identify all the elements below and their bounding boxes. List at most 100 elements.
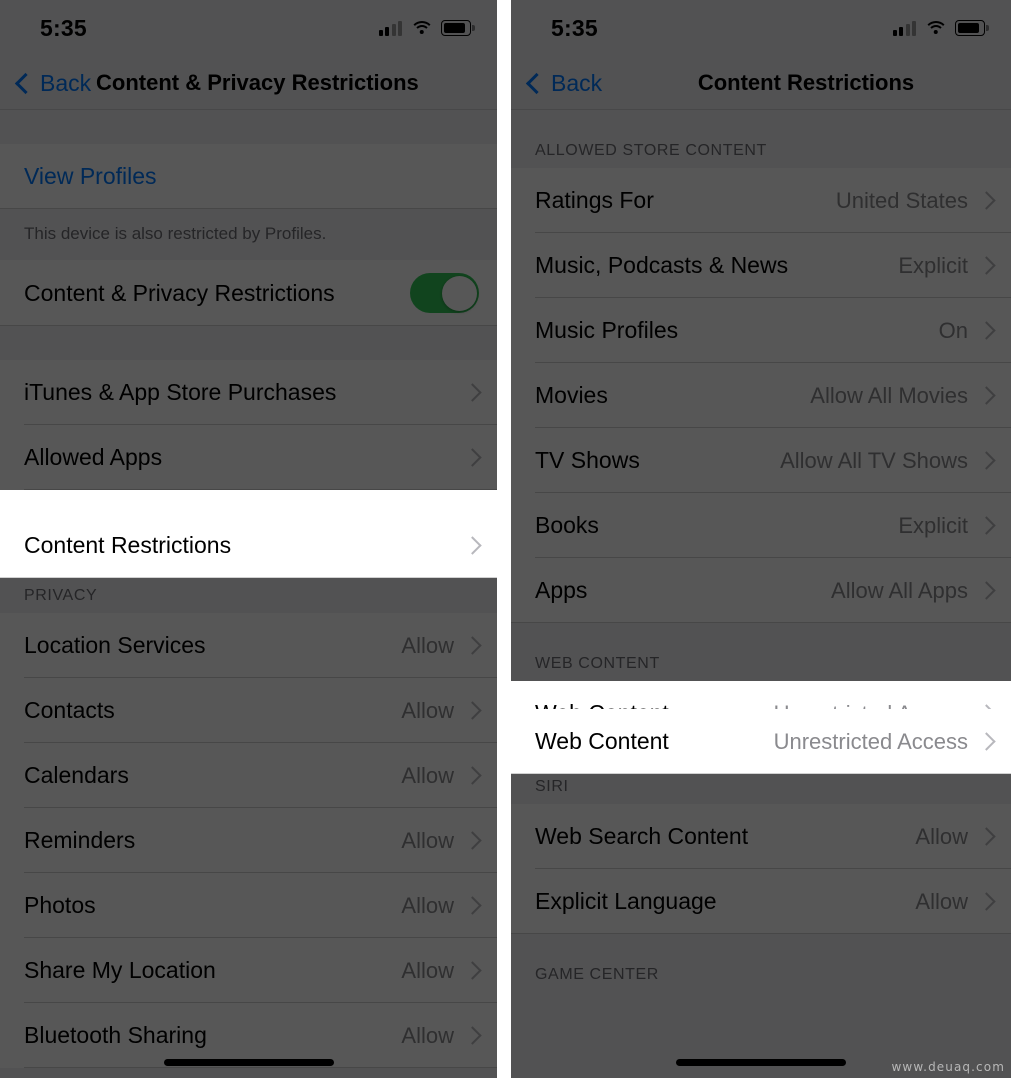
- content-privacy-toggle-label: Content & Privacy Restrictions: [24, 279, 335, 306]
- chevron-right-icon: [977, 516, 996, 535]
- chevron-right-icon: [463, 766, 482, 785]
- chevron-right-icon: [463, 636, 482, 655]
- wifi-icon: [409, 20, 434, 36]
- content-privacy-switch[interactable]: [410, 273, 479, 314]
- cellular-bars-icon: [892, 20, 916, 36]
- status-time: 5:35: [40, 14, 87, 41]
- home-indicator[interactable]: [676, 1059, 846, 1066]
- row-value: Allow All Apps: [831, 577, 968, 603]
- row-label: Content Restrictions: [24, 532, 232, 558]
- chevron-right-icon: [977, 732, 996, 751]
- music-profiles-row[interactable]: Music Profiles On: [511, 298, 1011, 363]
- page-title: Content & Privacy Restrictions: [96, 70, 419, 95]
- row-value: Allow: [401, 762, 454, 788]
- left-nav-bar: Back Content & Privacy Restrictions: [0, 56, 497, 110]
- books-row[interactable]: Books Explicit: [511, 493, 1011, 558]
- row-value: United States: [835, 187, 968, 213]
- chevron-right-icon: [977, 191, 996, 210]
- content-restrictions-row-highlighted[interactable]: Content Restrictions: [0, 513, 497, 578]
- share-my-location-row[interactable]: Share My Location Allow: [0, 938, 497, 1004]
- row-label: TV Shows: [535, 447, 640, 473]
- chevron-right-icon: [977, 892, 996, 911]
- chevron-right-icon: [977, 451, 996, 470]
- left-phone-panel: 5:35 Back Content & Privacy Restrictions: [0, 0, 497, 1078]
- status-icons: [378, 20, 475, 36]
- view-profiles-row[interactable]: View Profiles: [0, 144, 497, 209]
- itunes-app-store-purchases-row[interactable]: iTunes & App Store Purchases: [0, 360, 497, 426]
- chevron-left-icon: [525, 72, 548, 94]
- left-status-bar: 5:35: [0, 0, 497, 56]
- row-value: On: [938, 317, 968, 343]
- row-label: Explicit Language: [535, 888, 717, 914]
- status-time: 5:35: [551, 14, 598, 41]
- left-screen: 5:35 Back Content & Privacy Restrictions: [0, 0, 497, 1078]
- row-value: Explicit: [898, 252, 968, 278]
- back-button[interactable]: Back: [525, 69, 603, 97]
- chevron-left-icon: [14, 72, 37, 94]
- screenshot-stage: 5:35 Back Content & Privacy Restrictions: [0, 0, 1011, 1078]
- row-label: Bluetooth Sharing: [24, 1022, 207, 1049]
- panel-divider: [497, 0, 511, 1078]
- contacts-row[interactable]: Contacts Allow: [0, 678, 497, 744]
- row-label: Music Profiles: [535, 317, 679, 343]
- left-spotlight-row[interactable]: Content Restrictions: [0, 513, 497, 578]
- row-label: Music, Podcasts & News: [535, 252, 789, 278]
- row-value: Allow: [915, 888, 968, 914]
- row-label: Movies: [535, 382, 608, 408]
- game-center-header: GAME CENTER: [511, 934, 1011, 992]
- chevron-right-icon: [463, 701, 482, 720]
- back-button-label: Back: [551, 69, 603, 96]
- view-profiles-label: View Profiles: [24, 163, 157, 189]
- row-label: Allowed Apps: [24, 444, 163, 471]
- calendars-row[interactable]: Calendars Allow: [0, 743, 497, 809]
- right-spotlight-row[interactable]: Web Content Unrestricted Access: [511, 709, 1011, 774]
- row-label: Web Search Content: [535, 823, 749, 849]
- location-services-row[interactable]: Location Services Allow: [0, 613, 497, 679]
- status-icons: [892, 20, 989, 36]
- chevron-right-icon: [977, 581, 996, 600]
- photos-row[interactable]: Photos Allow: [0, 873, 497, 939]
- chevron-right-icon: [977, 256, 996, 275]
- web-content-row-highlighted[interactable]: Web Content Unrestricted Access: [511, 709, 1011, 774]
- explicit-language-row[interactable]: Explicit Language Allow: [511, 869, 1011, 934]
- row-label: Ratings For: [535, 187, 654, 213]
- right-screen: 5:35 Back Content Restrictions ALLOWED S…: [511, 0, 1011, 1078]
- list-gap: [0, 326, 497, 361]
- row-value: Unrestricted Access: [773, 728, 968, 754]
- back-button[interactable]: Back: [14, 70, 91, 97]
- row-label: Share My Location: [24, 957, 216, 984]
- content-privacy-toggle-row[interactable]: Content & Privacy Restrictions: [0, 260, 497, 327]
- chevron-right-icon: [463, 536, 482, 555]
- row-value: Allow: [401, 827, 454, 853]
- chevron-right-icon: [463, 448, 482, 467]
- row-label: Apps: [535, 577, 588, 603]
- tv-shows-row[interactable]: TV Shows Allow All TV Shows: [511, 428, 1011, 493]
- page-title: Content Restrictions: [697, 70, 915, 95]
- watermark: www.deuaq.com: [891, 1060, 1005, 1074]
- cellular-bars-icon: [378, 20, 402, 36]
- movies-row[interactable]: Movies Allow All Movies: [511, 363, 1011, 428]
- ratings-for-row[interactable]: Ratings For United States: [511, 168, 1011, 233]
- apps-row[interactable]: Apps Allow All Apps: [511, 558, 1011, 623]
- chevron-right-icon: [463, 831, 482, 850]
- row-label: Reminders: [24, 827, 136, 854]
- row-value: Explicit: [898, 512, 968, 538]
- row-label: Location Services: [24, 632, 206, 659]
- row-value: Allow: [401, 1022, 454, 1048]
- reminders-row[interactable]: Reminders Allow: [0, 808, 497, 874]
- row-label: Books: [535, 512, 599, 538]
- row-value: Allow: [401, 697, 454, 723]
- web-content-header: WEB CONTENT: [511, 623, 1011, 681]
- left-settings-list: View Profiles This device is also restri…: [0, 110, 497, 1069]
- allowed-apps-row[interactable]: Allowed Apps: [0, 425, 497, 491]
- right-phone-panel: 5:35 Back Content Restrictions ALLOWED S…: [511, 0, 1011, 1078]
- home-indicator[interactable]: [163, 1059, 334, 1066]
- profiles-note: This device is also restricted by Profil…: [0, 209, 497, 261]
- music-podcasts-news-row[interactable]: Music, Podcasts & News Explicit: [511, 233, 1011, 298]
- row-value: Allow: [915, 823, 968, 849]
- chevron-right-icon: [463, 896, 482, 915]
- chevron-right-icon: [463, 383, 482, 402]
- battery-icon: [955, 20, 989, 36]
- battery-icon: [441, 20, 475, 36]
- web-search-content-row[interactable]: Web Search Content Allow: [511, 804, 1011, 869]
